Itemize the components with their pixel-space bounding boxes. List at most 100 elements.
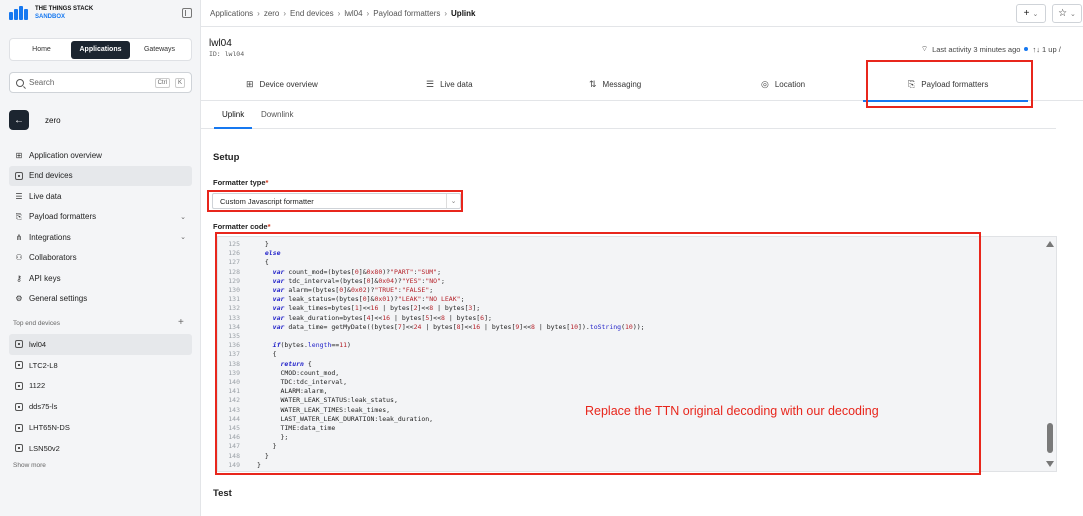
code-line: 147 } [218,442,276,451]
chip-icon [15,381,23,390]
seg-gateways[interactable]: Gateways [130,41,189,59]
bookmark-button[interactable]: ☆ ⌄ [1052,4,1082,23]
logo[interactable]: THE THINGS STACK SANDBOX [9,5,93,21]
code-line: 125 } [218,240,269,249]
top-devices-list: lwl04 LTC2-L8 1122 dds75-ls LHT65N-DS LS… [9,334,192,459]
chevron-down-icon: ⌄ [446,194,460,208]
seg-home[interactable]: Home [12,41,71,59]
sidebar-item-label: End devices [29,171,73,181]
back-button[interactable]: ← [9,110,29,130]
tab-payload-formatters[interactable]: ⎘ Payload formatters [862,67,1029,102]
code-text: var leak_times=bytes[1]<<16 | bytes[2]<<… [272,304,481,313]
crumb-application[interactable]: zero [264,9,280,18]
gear-icon: ⚙ [15,294,23,304]
crumb-end-devices[interactable]: End devices [290,9,334,18]
sidebar-item-label: Payload formatters [29,212,97,222]
code-text: LAST_WATER_LEAK_DURATION:leak_duration, [257,414,434,423]
line-number: 134 [228,322,240,331]
code-text: var leak_duration=bytes[4]<<16 | bytes[5… [272,313,492,322]
line-number: 127 [228,258,240,267]
code-line: 143 WATER_LEAK_TIMES:leak_times, [218,406,390,415]
code-text: { [257,258,269,267]
last-activity: Last activity 3 minutes ago [932,44,1021,54]
code-line: 129 var tdc_interval=(bytes[0]&0x04)?"YE… [218,277,445,286]
crumb-applications[interactable]: Applications [210,9,253,18]
code-line: 131 var leak_status=(bytes[0]&0x01)?"LEA… [218,295,464,304]
tab-device-overview[interactable]: ⊞ Device overview [246,67,318,101]
code-line: 140 TDC:tdc_interval, [218,378,347,387]
editor-scrollbar[interactable] [1043,236,1057,472]
list-item[interactable]: dds75-ls [9,396,192,417]
code-editor[interactable]: 125 } 126 else 127 {128 var count_mod=(byt… [217,236,1057,472]
sidebar-item-integrations[interactable]: ⋔ Integrations ⌄ [9,227,192,248]
line-number: 140 [228,378,240,386]
chip-icon [15,361,23,370]
sidebar-item-application-overview[interactable]: ⊞ Application overview [9,145,192,166]
code-line: 141 ALARM:alarm, [218,387,327,396]
code-line: 146 }; [218,433,288,442]
code-line: 132 var leak_times=bytes[1]<<16 | bytes[… [218,304,480,313]
code-text: WATER_LEAK_TIMES:leak_times, [257,405,391,414]
list-item[interactable]: LSN50v2 [9,438,192,459]
sidebar-item-api-keys[interactable]: ⚷ API keys [9,268,192,289]
sidebar-item-live-data[interactable]: ☰ Live data [9,186,192,207]
chevron-down-icon: ⌄ [1032,10,1039,18]
code-text: TIME:data_time [257,424,336,432]
sidebar-item-label: Application overview [29,150,102,160]
code-line: 137 { [218,350,276,359]
code-line: 142 WATER_LEAK_STATUS:leak_status, [218,396,398,405]
line-number: 146 [228,433,240,442]
sidebar-item-end-devices[interactable]: End devices [9,165,192,186]
line-number: 132 [228,304,240,313]
people-icon: ⚇ [15,253,23,263]
code-line: 144 LAST_WATER_LEAK_DURATION:leak_durati… [218,415,433,424]
chip-icon [15,340,23,349]
uplink-count: ↑↓ 1 up / [1032,44,1061,54]
line-number: 131 [228,295,240,304]
list-item[interactable]: 1122 [9,376,192,397]
code-text: return { [280,359,312,368]
sidebar-item-general-settings[interactable]: ⚙ General settings [9,289,192,310]
sidebar-collapse-icon[interactable] [182,8,192,18]
wifi-icon: ⌔ [921,44,929,53]
formatter-subtabs: Uplink Downlink [201,101,1056,129]
line-number: 137 [228,350,240,359]
line-number: 126 [228,249,240,258]
show-more-link[interactable]: Show more [13,462,46,469]
tab-downlink[interactable]: Downlink [261,110,293,119]
line-number: 138 [228,359,240,368]
device-tabs: ⊞ Device overview ☰ Live data ⇅ Messaging ◎… [201,67,1083,102]
arrow-left-icon: ← [14,114,24,126]
sidebar-item-payload-formatters[interactable]: ⎘ Payload formatters ⌄ [9,207,192,228]
code-text: TDC:tdc_interval, [257,378,348,386]
search-input[interactable]: Search Ctrl K [9,72,192,93]
chip-icon [15,444,23,453]
tab-location[interactable]: ◎ Location [761,67,805,101]
add-button[interactable]: + ⌄ [1016,4,1046,23]
line-number: 147 [228,442,240,451]
status-dot [1024,47,1029,51]
list-item[interactable]: LTC2-L8 [9,355,192,376]
code-text: var leak_status=(bytes[0]&0x01)?"LEAK":"… [272,295,465,304]
key-icon: ⚷ [16,273,22,283]
crumb-payload-formatters[interactable]: Payload formatters [373,9,440,18]
tab-messaging[interactable]: ⇅ Messaging [589,67,641,101]
seg-applications[interactable]: Applications [71,40,130,59]
tab-live-data[interactable]: ☰ Live data [426,67,473,101]
crumb-device[interactable]: lwl04 [344,9,362,18]
app-nav: ⊞ Application overview End devices ☰ Live … [9,145,192,309]
code-text: ALARM:alarm, [257,387,328,396]
list-item[interactable]: lwl04 [9,334,192,355]
scroll-up-icon[interactable] [1046,241,1054,247]
formatter-type-label: Formatter type* [213,178,269,187]
scroll-down-icon[interactable] [1046,461,1054,467]
formatter-type-select[interactable]: Custom Javascript formatter ⌄ [212,193,461,209]
sidebar-item-collaborators[interactable]: ⚇ Collaborators [9,248,192,269]
list-item[interactable]: LHT65N-DS [9,417,192,438]
add-device-icon[interactable]: + [178,317,184,328]
chevron-down-icon: ⌄ [1070,10,1076,18]
tab-uplink[interactable]: Uplink [213,110,253,129]
scroll-thumb[interactable] [1047,423,1053,453]
code-line: 126 else [218,249,280,258]
code-line: 145 TIME:data_time [218,424,335,433]
